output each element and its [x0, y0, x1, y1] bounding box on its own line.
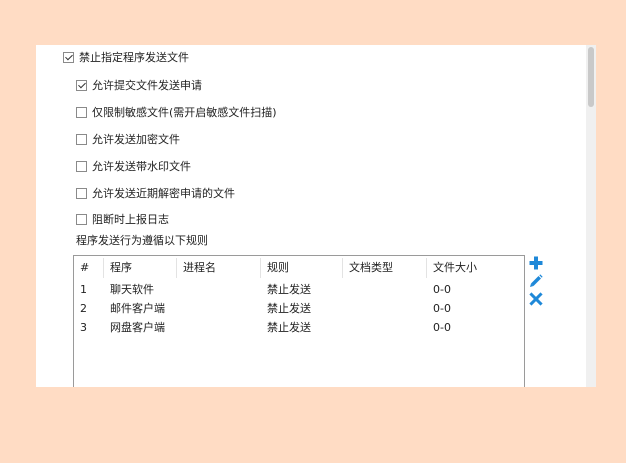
cell-rule: 禁止发送: [267, 302, 311, 315]
option-report-log[interactable]: 阻断时上报日志: [76, 211, 169, 227]
option-label: 允许发送近期解密申请的文件: [92, 187, 235, 200]
option-label: 允许发送带水印文件: [92, 160, 191, 173]
cell-program: 邮件客户端: [110, 302, 165, 315]
rules-table[interactable]: # 程序 进程名 规则 文档类型 文件大小 1 聊天软件 禁止发送 0-0 2 …: [73, 255, 525, 387]
option-label: 禁止指定程序发送文件: [79, 51, 189, 64]
cell-index: 2: [80, 302, 87, 315]
table-row[interactable]: 1 聊天软件 禁止发送 0-0: [74, 280, 524, 299]
scrollbar-thumb[interactable]: [588, 47, 594, 107]
cell-process: [177, 299, 261, 318]
option-allow-watermark[interactable]: 允许发送带水印文件: [76, 158, 191, 174]
cell-rule: 禁止发送: [267, 283, 311, 296]
column-header-index[interactable]: #: [74, 258, 104, 278]
table-row[interactable]: 2 邮件客户端 禁止发送 0-0: [74, 299, 524, 318]
option-sensitive-only[interactable]: 仅限制敏感文件(需开启敏感文件扫描): [76, 104, 277, 120]
vertical-scrollbar[interactable]: [586, 45, 596, 387]
checkbox-allow-recent-decrypt[interactable]: [76, 187, 87, 199]
cell-index: 1: [80, 283, 87, 296]
column-header-doc-type[interactable]: 文档类型: [343, 258, 427, 278]
checkbox-block-send[interactable]: [63, 51, 74, 63]
cell-doc-type: [343, 280, 427, 299]
cell-process: [177, 280, 261, 299]
close-icon[interactable]: [529, 292, 543, 306]
option-label: 允许提交文件发送申请: [92, 79, 202, 92]
pencil-icon[interactable]: [529, 274, 543, 288]
cell-doc-type: [343, 318, 427, 337]
checkbox-report-log[interactable]: [76, 213, 87, 225]
cell-file-size: 0-0: [433, 283, 451, 296]
column-header-rule[interactable]: 规则: [261, 258, 343, 278]
option-allow-request[interactable]: 允许提交文件发送申请: [76, 77, 202, 93]
cell-index: 3: [80, 321, 87, 334]
cell-rule: 禁止发送: [267, 321, 311, 334]
option-allow-encrypted[interactable]: 允许发送加密文件: [76, 131, 180, 147]
cell-doc-type: [343, 299, 427, 318]
cell-program: 聊天软件: [110, 283, 154, 296]
cell-process: [177, 318, 261, 337]
option-label: 阻断时上报日志: [92, 213, 169, 226]
table-header: # 程序 进程名 规则 文档类型 文件大小: [74, 258, 524, 278]
column-header-process[interactable]: 进程名: [177, 258, 261, 278]
table-row[interactable]: 3 网盘客户端 禁止发送 0-0: [74, 318, 524, 337]
column-header-program[interactable]: 程序: [104, 258, 177, 278]
checkbox-allow-watermark[interactable]: [76, 160, 87, 172]
checkbox-allow-encrypted[interactable]: [76, 133, 87, 145]
option-block-send[interactable]: 禁止指定程序发送文件: [63, 49, 189, 65]
option-label: 允许发送加密文件: [92, 133, 180, 146]
plus-icon[interactable]: [529, 256, 543, 270]
option-allow-recent-decrypt[interactable]: 允许发送近期解密申请的文件: [76, 185, 235, 201]
settings-panel: 禁止指定程序发送文件 允许提交文件发送申请 仅限制敏感文件(需开启敏感文件扫描)…: [36, 45, 596, 387]
cell-file-size: 0-0: [433, 302, 451, 315]
column-header-file-size[interactable]: 文件大小: [427, 258, 524, 278]
cell-file-size: 0-0: [433, 321, 451, 334]
cell-program: 网盘客户端: [110, 321, 165, 334]
rules-section-label: 程序发送行为遵循以下规则: [76, 234, 208, 247]
option-label: 仅限制敏感文件(需开启敏感文件扫描): [92, 106, 277, 119]
checkbox-allow-request[interactable]: [76, 79, 87, 91]
checkbox-sensitive-only[interactable]: [76, 106, 87, 118]
